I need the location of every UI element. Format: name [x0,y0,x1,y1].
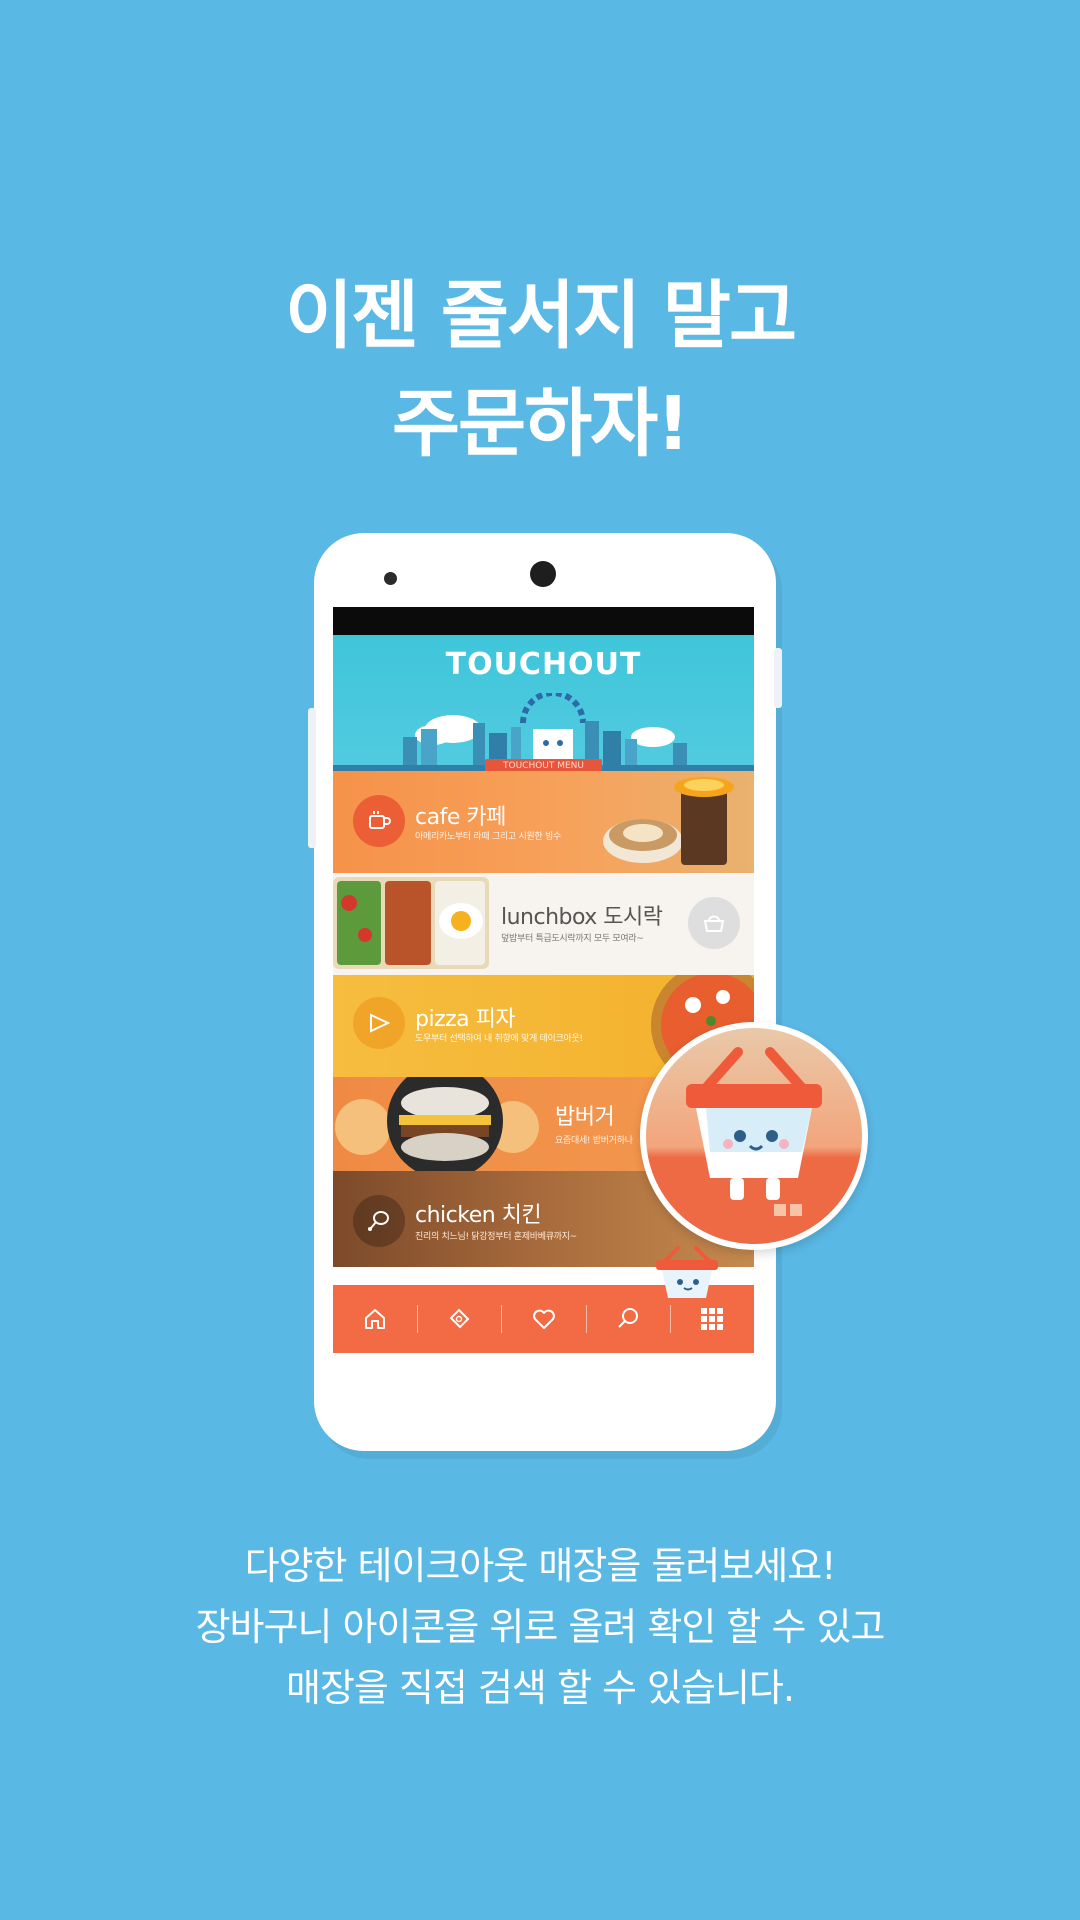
nav-favorites[interactable] [501,1285,585,1353]
category-subtitle: 요즘대세! 밥버거하나 [555,1136,633,1146]
phone-power-button [774,648,782,708]
rice-burger-photo [335,1077,539,1171]
coffee-cup-icon [353,795,405,847]
coupon-icon [449,1308,470,1329]
category-title: chicken 치킨 [415,1203,542,1228]
search-icon [617,1308,638,1328]
phone-volume-button [308,708,316,848]
category-title: lunchbox 도시락 [501,905,663,930]
app-banner: TOUCHOUT TOUCHOUT MENU [333,635,754,771]
description-line-2: 장바구니 아이콘을 위로 올려 확인 할 수 있고 [195,1605,886,1649]
category-title: pizza 피자 [415,1007,516,1032]
category-title: cafe 카페 [415,805,506,830]
lunchbox-icon [688,897,740,949]
menu-ribbon: TOUCHOUT MENU [333,753,754,771]
heart-icon [532,1309,555,1329]
phone-sensor [384,572,397,585]
nav-home[interactable] [333,1285,417,1353]
category-subtitle: 진리의 치느님! 닭강정부터 훈제바베큐까지~ [415,1232,577,1242]
pizza-slice-icon [353,997,405,1049]
description-line-3: 매장을 직접 검색 할 수 있습니다. [286,1666,795,1710]
category-cafe[interactable]: cafe 카페 아메리카노부터 라떼 그리고 시원한 빙수 [333,771,754,873]
drumstick-icon [353,1195,405,1247]
basket-mascot-icon[interactable] [648,1244,726,1308]
description-line-1: 다양한 테이크아웃 매장을 둘러보세요! [244,1544,837,1588]
phone-camera [530,561,556,587]
coffee-photo [603,777,734,865]
headline: 이젠 줄서지 말고 주문하자! [0,262,1080,478]
phone-mockup: TOUCHOUT TOUCHOUT MENU cafe 카페 아메리카노부터 라… [308,533,782,1451]
home-icon [365,1309,386,1329]
menu-ribbon-label: TOUCHOUT MENU [484,759,603,771]
category-title: 밥버거 [555,1105,615,1130]
headline-line-1: 이젠 줄서지 말고 [284,273,797,359]
description: 다양한 테이크아웃 매장을 둘러보세요! 장바구니 아이콘을 위로 올려 확인 … [0,1536,1080,1719]
category-lunchbox[interactable]: lunchbox 도시락 덮밥부터 특급도시락까지 모두 모여라~ [333,873,754,975]
lunchbox-photo [333,877,489,969]
grid-icon [700,1308,723,1330]
basket-zoom-view [646,1028,862,1244]
category-subtitle: 도우부터 선택하여 내 취향에 맞게 테이크아웃! [415,1034,583,1044]
app-logo: TOUCHOUT [445,647,642,682]
category-subtitle: 아메리카노부터 라떼 그리고 시원한 빙수 [415,832,561,842]
app-screen: TOUCHOUT TOUCHOUT MENU cafe 카페 아메리카노부터 라… [333,607,754,1353]
category-subtitle: 덮밥부터 특급도시락까지 모두 모여라~ [501,934,644,944]
shopping-basket-icon [686,1047,822,1216]
status-bar [333,607,754,635]
basket-zoom-badge [640,1022,868,1250]
headline-line-2: 주문하자! [391,381,690,467]
nav-coupon[interactable] [417,1285,501,1353]
